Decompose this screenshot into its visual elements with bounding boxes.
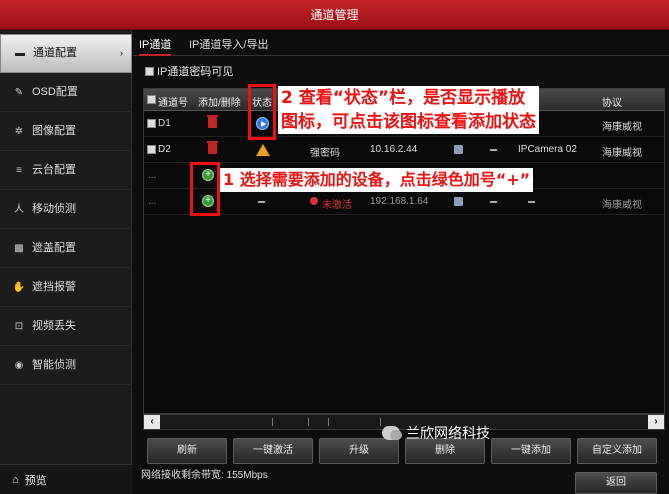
row-checkbox[interactable] xyxy=(147,119,156,128)
delete-icon[interactable] xyxy=(207,115,218,128)
sidebar: ▬ 通道配置 › ✎ OSD配置 ✲ 图像配置 ≡ 云台配置 人 移动侦测 ▩ … xyxy=(0,30,132,494)
mask-icon: ▩ xyxy=(14,242,24,254)
channel-table: 通道号 添加/删除 状态 协议 D1 海康威视 D2 强密码 10.16.2.4… xyxy=(143,88,665,414)
tab-bar: IP通道 IP通道导入/导出 xyxy=(133,34,669,56)
aperture-icon: ✲ xyxy=(14,125,24,137)
password-visible-option[interactable]: IP通道密码可见 xyxy=(145,63,233,79)
edit-icon[interactable] xyxy=(454,145,463,154)
dash-icon xyxy=(528,201,535,203)
preview-button[interactable]: ⌂ 预览 xyxy=(0,464,132,494)
callout-add: 1 选择需要添加的设备，点击绿色加号“+” xyxy=(220,168,534,192)
sidebar-item-label: 图像配置 xyxy=(32,124,76,137)
bandwidth-status: 网络接收剩余带宽: 155Mbps xyxy=(141,470,268,481)
sidebar-item-label: 通道配置 xyxy=(33,47,77,59)
row-checkbox[interactable] xyxy=(147,145,156,154)
protocol: 海康威视 xyxy=(602,122,642,133)
protocol: 海康威视 xyxy=(602,200,642,211)
scroll-tick xyxy=(308,418,309,426)
preview-label: 预览 xyxy=(24,474,47,487)
scroll-tick xyxy=(328,418,329,426)
sidebar-item-video-loss[interactable]: ⊡ 视频丢失 xyxy=(0,307,132,346)
pencil-icon: ✎ xyxy=(14,86,24,98)
sidebar-item-image-config[interactable]: ✲ 图像配置 xyxy=(0,112,132,151)
status-highlight-box xyxy=(248,84,276,140)
password-visible-label: IP通道密码可见 xyxy=(157,66,234,78)
select-all-checkbox[interactable] xyxy=(147,95,156,104)
tab-ip-channel-import-export[interactable]: IP通道导入/导出 xyxy=(189,36,268,52)
scroll-tick xyxy=(380,418,381,426)
password-visible-checkbox[interactable] xyxy=(145,66,154,76)
refresh-button[interactable]: 刷新 xyxy=(147,438,227,464)
channel-number: D1 xyxy=(158,118,171,129)
security-status: 未激活 xyxy=(322,200,352,211)
callout-status-line2: 图标，可点击该图标查看添加状态 xyxy=(281,112,536,132)
channel-number: ... xyxy=(148,170,157,181)
wechat-icon xyxy=(382,426,402,440)
sidebar-item-motion-detection[interactable]: 人 移动侦测 xyxy=(0,190,132,229)
table-row[interactable]: ... + 未激活 192.168.1.64 海康威视 xyxy=(144,189,664,215)
scroll-left-button[interactable]: ‹ xyxy=(144,415,160,429)
watermark: 兰欣网络科技 xyxy=(382,423,490,443)
return-button[interactable]: 返回 xyxy=(575,472,657,494)
sidebar-item-label: 遮盖配置 xyxy=(32,241,76,254)
callout-status: 2 查看“状态”栏，是否显示播放 图标，可点击该图标查看添加状态 xyxy=(278,86,539,134)
protocol: 海康威视 xyxy=(602,148,642,159)
one-key-add-button[interactable]: 一键添加 xyxy=(491,438,571,464)
camera-icon: ▬ xyxy=(15,48,25,59)
edit-icon[interactable] xyxy=(454,197,463,206)
warning-status-icon[interactable] xyxy=(256,144,270,156)
chevron-right-icon: › xyxy=(120,48,123,58)
ip-address: 10.16.2.44 xyxy=(370,144,418,155)
sidebar-item-osd-config[interactable]: ✎ OSD配置 xyxy=(0,73,132,112)
hand-icon: ✋ xyxy=(12,281,26,293)
callout-status-line1: 2 查看“状态”栏，是否显示播放 xyxy=(281,88,526,108)
sidebar-item-label: OSD配置 xyxy=(32,85,78,98)
dash-icon xyxy=(490,149,497,151)
video-lost-icon: ⊡ xyxy=(14,320,24,332)
sidebar-item-channel-config[interactable]: ▬ 通道配置 › xyxy=(0,34,132,73)
device-model: IPCamera 02 xyxy=(518,144,577,155)
header-add-delete: 添加/删除 xyxy=(198,98,241,109)
delete-icon[interactable] xyxy=(207,141,218,154)
tab-ip-channel[interactable]: IP通道 xyxy=(139,36,172,56)
dash-icon xyxy=(490,201,497,203)
custom-add-button[interactable]: 自定义添加 xyxy=(577,438,657,464)
sidebar-item-label: 遮挡报警 xyxy=(32,280,76,293)
home-icon: ⌂ xyxy=(12,473,19,486)
scroll-tick xyxy=(272,418,273,426)
channel-number: D2 xyxy=(158,144,171,155)
watermark-text: 兰欣网络科技 xyxy=(406,425,490,441)
table-row[interactable]: D2 强密码 10.16.2.44 IPCamera 02 海康威视 xyxy=(144,137,664,163)
sidebar-item-label: 智能侦测 xyxy=(32,358,76,371)
smart-detect-icon: ◉ xyxy=(14,359,24,371)
running-person-icon: 人 xyxy=(14,203,24,215)
security-status: 强密码 xyxy=(310,148,340,159)
sidebar-item-privacy-mask[interactable]: ▩ 遮盖配置 xyxy=(0,229,132,268)
one-key-activate-button[interactable]: 一键激活 xyxy=(233,438,313,464)
ip-address: 192.168.1.64 xyxy=(370,196,429,207)
sidebar-item-label: 移动侦测 xyxy=(32,202,76,215)
header-protocol: 协议 xyxy=(602,98,622,109)
sidebar-item-label: 视频丢失 xyxy=(32,319,76,332)
sidebar-item-tamper-alarm[interactable]: ✋ 遮挡报警 xyxy=(0,268,132,307)
scroll-right-button[interactable]: › xyxy=(648,415,664,429)
sidebar-item-ptz-config[interactable]: ≡ 云台配置 xyxy=(0,151,132,190)
sidebar-item-label: 云台配置 xyxy=(32,163,76,176)
window-title: 通道管理 xyxy=(0,0,669,30)
dash-icon xyxy=(258,201,265,203)
channel-number: ... xyxy=(148,196,157,207)
header-channel: 通道号 xyxy=(158,98,188,109)
sidebar-item-smart-detection[interactable]: ◉ 智能侦测 xyxy=(0,346,132,385)
ptz-icon: ≡ xyxy=(16,164,22,176)
inactive-status-icon xyxy=(310,197,318,205)
add-highlight-box xyxy=(190,162,220,216)
